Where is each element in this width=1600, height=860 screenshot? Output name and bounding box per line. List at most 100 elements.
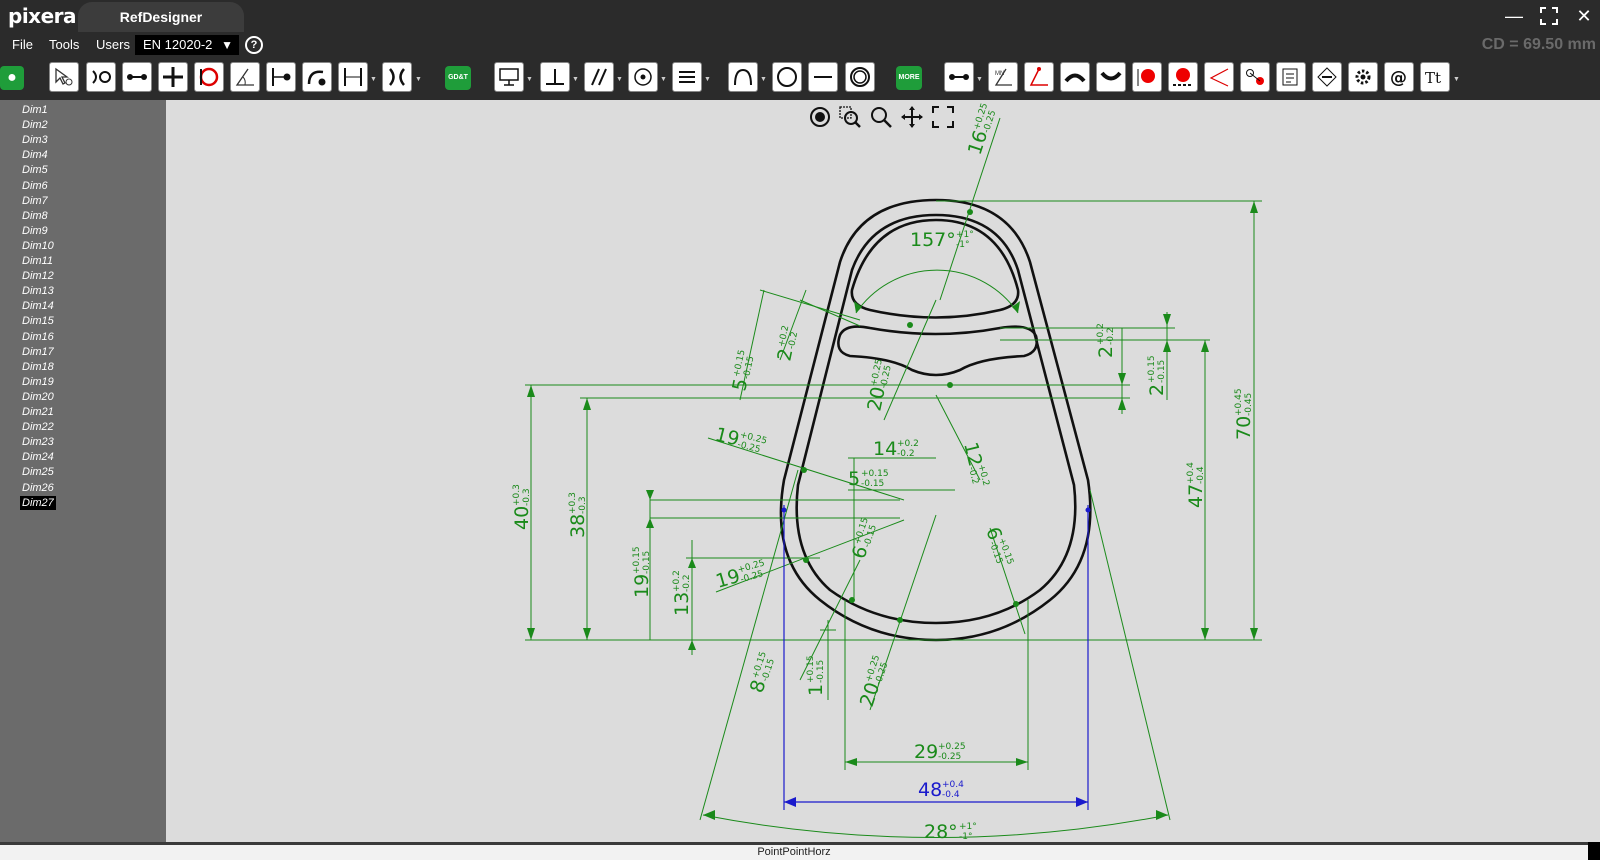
minimize-icon[interactable]: — — [1500, 4, 1528, 28]
select-icon[interactable] — [49, 62, 79, 92]
line-line-icon[interactable] — [338, 62, 368, 92]
gear-icon[interactable] — [1348, 62, 1378, 92]
dimension-list-item[interactable]: Dim17 — [22, 345, 54, 359]
drawing-canvas[interactable]: 16 +0.25 -0.25 157° +1° -1° 2 +0.2 -0.2 5 +0.15 -0.… — [166, 100, 1600, 842]
more-icon[interactable]: MORE — [896, 66, 922, 90]
dimension-label[interactable]: 47+0.4 -0.4 — [1185, 462, 1207, 508]
dimension-label[interactable]: 19+0.25-0.25 — [713, 424, 768, 458]
dimension-label[interactable]: 5+0.15-0.15 — [848, 468, 889, 490]
dimension-label[interactable]: 48 +0.4-0.4 — [918, 779, 964, 801]
dimension-list-item[interactable]: Dim19 — [22, 375, 54, 389]
add-icon[interactable]: ● — [0, 66, 24, 90]
dimension-list-item[interactable]: Dim6 — [22, 179, 48, 193]
double-circle-icon[interactable] — [845, 62, 875, 92]
circle-red-icon[interactable] — [194, 62, 224, 92]
dimension-label[interactable]: 5+0.15-0.15 — [728, 349, 758, 393]
dimension-list-item[interactable]: Dim10 — [22, 239, 54, 253]
red-points-icon[interactable] — [1240, 62, 1270, 92]
app-tab[interactable]: RefDesigner — [78, 2, 244, 32]
dimension-label[interactable]: 2+0.2-0.2 — [1095, 323, 1117, 358]
convex-curve-icon[interactable] — [1060, 62, 1090, 92]
maximize-icon[interactable] — [1535, 4, 1563, 28]
dimension-label[interactable]: 16+0.25-0.25 — [964, 102, 1001, 158]
angle-icon[interactable] — [230, 62, 260, 92]
equal-lines-icon[interactable] — [672, 62, 702, 92]
zoom-window-icon[interactable] — [838, 105, 862, 129]
dimension-label[interactable]: 38+0.3 -0.3 — [567, 492, 589, 538]
red-dot-icon[interactable] — [1132, 62, 1162, 92]
concave-curve-icon[interactable] — [1096, 62, 1126, 92]
dimension-list-item[interactable]: Dim5 — [22, 163, 48, 177]
arc-icon[interactable] — [728, 62, 758, 92]
gdt-icon[interactable]: GD&T — [445, 66, 471, 90]
dimension-label[interactable]: 2+0.2-0.2 — [773, 324, 802, 363]
close-icon[interactable]: ✕ — [1570, 4, 1598, 28]
dimension-list-item[interactable]: Dim21 — [22, 405, 54, 419]
dimension-list-item[interactable]: Dim20 — [22, 390, 54, 404]
concentric-dropdown-icon[interactable]: ▼ — [660, 76, 667, 83]
dimension-label[interactable]: 6+0.15-0.15 — [981, 524, 1016, 570]
dimension-label[interactable]: 12+0.2-0.2 — [959, 440, 991, 490]
dimension-list-item[interactable]: Dim14 — [22, 299, 54, 313]
point-line-icon[interactable] — [266, 62, 296, 92]
point-dim-dropdown-icon[interactable]: ▼ — [976, 76, 983, 83]
dimension-label[interactable]: 40+0.3 -0.3 — [511, 484, 533, 530]
dimension-list-item[interactable]: Dim13 — [22, 284, 54, 298]
red-dot-base-icon[interactable] — [1168, 62, 1198, 92]
dimension-list-item[interactable]: Dim18 — [22, 360, 54, 374]
dimension-list-item[interactable]: Dim11 — [22, 254, 53, 268]
perpendicular-dropdown-icon[interactable]: ▼ — [572, 76, 579, 83]
dimension-list-item[interactable]: Dim22 — [22, 420, 54, 434]
dimension-list-item[interactable]: Dim27 — [20, 495, 56, 510]
zoom-icon[interactable] — [869, 105, 893, 129]
horizontal-line-icon[interactable] — [808, 62, 838, 92]
text-icon[interactable]: Tt — [1420, 62, 1450, 92]
dimension-label[interactable]: 6+0.15-0.15 — [848, 516, 881, 561]
point-dim-icon[interactable] — [944, 62, 974, 92]
dimension-list-item[interactable]: Dim24 — [22, 450, 54, 464]
dimension-label[interactable]: 13+0.2 -0.2 — [671, 570, 693, 616]
equal-lines-dropdown-icon[interactable]: ▼ — [704, 76, 711, 83]
crosshair-line-icon[interactable] — [158, 62, 188, 92]
concentric-icon[interactable] — [628, 62, 658, 92]
dimension-label[interactable]: 2+0.15 -0.15 — [1146, 355, 1168, 396]
circle-icon[interactable] — [772, 62, 802, 92]
parallel-dropdown-icon[interactable]: ▼ — [616, 76, 623, 83]
menu-tools[interactable]: Tools — [49, 37, 79, 52]
dimension-label[interactable]: 1+0.15 -0.15 — [805, 655, 827, 696]
dimension-list-item[interactable]: Dim3 — [22, 133, 48, 147]
angle-dim-icon[interactable]: MN — [988, 62, 1018, 92]
dimension-label[interactable]: 19+0.15 -0.15 — [631, 546, 653, 598]
dimension-label[interactable]: 19+0.25-0.25 — [713, 557, 769, 592]
dimension-list-item[interactable]: Dim1 — [22, 103, 48, 117]
text-dropdown-icon[interactable]: ▼ — [1453, 76, 1460, 83]
dimension-list-item[interactable]: Dim15 — [22, 314, 54, 328]
arc-arc-icon[interactable] — [382, 62, 412, 92]
red-lines-icon[interactable] — [1204, 62, 1234, 92]
dimension-list-item[interactable]: Dim9 — [22, 224, 48, 238]
red-angle-icon[interactable] — [1024, 62, 1054, 92]
dimension-list-item[interactable]: Dim7 — [22, 194, 48, 208]
line-line-dropdown-icon[interactable]: ▼ — [370, 76, 377, 83]
monitor-icon[interactable] — [494, 62, 524, 92]
dimension-label[interactable]: 157° +1°-1° — [910, 229, 974, 251]
dimension-list-item[interactable]: Dim12 — [22, 269, 54, 283]
dimension-label[interactable]: 29 +0.25-0.25 — [914, 741, 966, 763]
dimension-list-item[interactable]: Dim16 — [22, 330, 54, 344]
menu-users[interactable]: Users — [96, 37, 130, 52]
dimension-list-item[interactable]: Dim2 — [22, 118, 48, 132]
dimension-label[interactable]: 70+0.45 -0.45 — [1233, 388, 1255, 440]
dimension-label[interactable]: 8+0.15-0.15 — [746, 650, 779, 695]
point-point-icon[interactable] — [122, 62, 152, 92]
at-icon[interactable]: @ — [1384, 62, 1414, 92]
arc-dropdown-icon[interactable]: ▼ — [760, 76, 767, 83]
arc-point-icon[interactable] — [302, 62, 332, 92]
fit-icon[interactable] — [931, 105, 955, 129]
diamond-icon[interactable] — [1312, 62, 1342, 92]
perpendicular-icon[interactable] — [540, 62, 570, 92]
arc-arc-dropdown-icon[interactable]: ▼ — [415, 76, 422, 83]
arc-gap-icon[interactable] — [86, 62, 116, 92]
notes-icon[interactable] — [1276, 62, 1306, 92]
dimension-label[interactable]: 20+0.25-0.25 — [856, 654, 893, 710]
dimension-list-item[interactable]: Dim8 — [22, 209, 48, 223]
